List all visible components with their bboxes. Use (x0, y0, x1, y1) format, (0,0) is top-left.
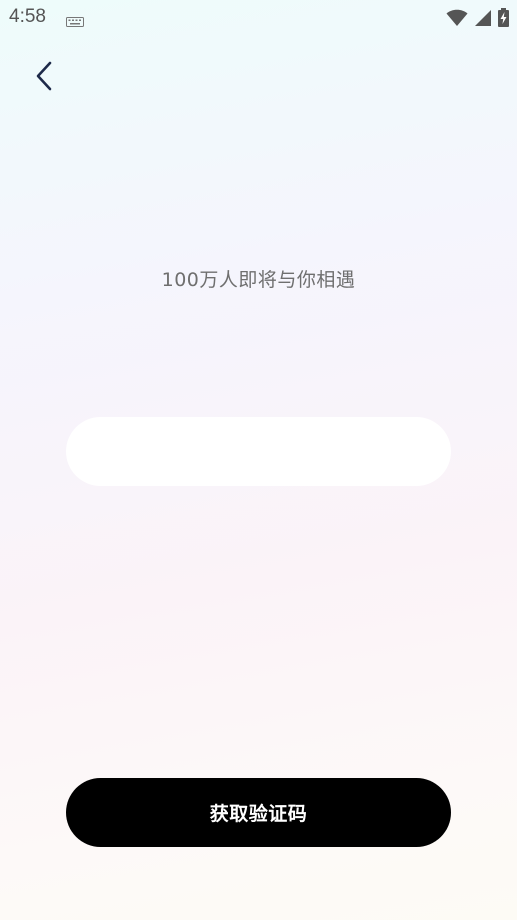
cell-signal-icon (474, 9, 492, 31)
chevron-left-icon (35, 61, 53, 95)
get-verification-code-button[interactable]: 获取验证码 (66, 778, 451, 847)
tagline: 100万人即将与你相遇 (161, 269, 356, 291)
wifi-icon (446, 9, 468, 31)
back-button[interactable] (28, 60, 60, 96)
status-time: 4:58 (9, 6, 46, 27)
keyboard-icon (66, 12, 84, 31)
status-icons (446, 8, 509, 31)
phone-input[interactable] (66, 417, 451, 486)
battery-charging-icon (498, 8, 509, 31)
get-verification-code-label: 获取验证码 (209, 803, 308, 825)
status-bar: 4:58 (0, 0, 517, 36)
